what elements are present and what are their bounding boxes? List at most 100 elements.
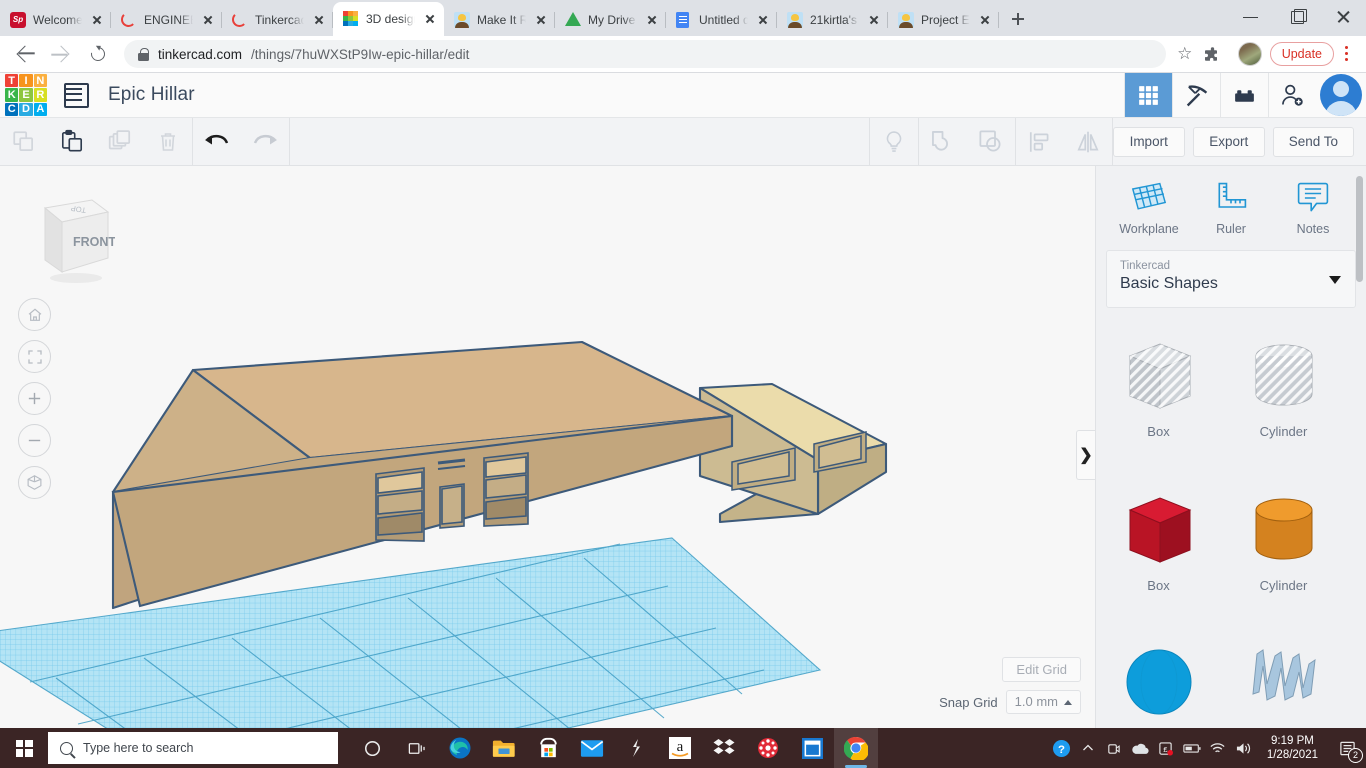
browser-tab[interactable]: Project Edit xyxy=(888,3,999,36)
wifi-icon[interactable] xyxy=(1205,728,1231,768)
mirror-icon[interactable] xyxy=(1064,118,1112,166)
browser-tab[interactable]: Untitled do xyxy=(666,3,777,36)
help-icon[interactable]: ? xyxy=(1049,728,1075,768)
shape-item-hole-box[interactable]: Box xyxy=(1096,322,1221,476)
edge-icon[interactable] xyxy=(438,728,482,768)
shape-item-cylinder[interactable]: Cylinder xyxy=(1221,476,1346,630)
volume-icon[interactable] xyxy=(1231,728,1257,768)
design-title[interactable]: Epic Hillar xyxy=(108,84,195,106)
ortho-view-icon[interactable] xyxy=(18,466,51,499)
close-tab-button[interactable] xyxy=(422,11,438,27)
back-button[interactable] xyxy=(11,39,41,69)
shape-item-hole-cylinder[interactable]: Cylinder xyxy=(1221,322,1346,476)
edit-grid-button[interactable]: Edit Grid xyxy=(1002,657,1081,682)
browser-tab[interactable]: ENGINEERI xyxy=(111,3,222,36)
design-canvas[interactable]: Workplane xyxy=(0,166,1095,728)
trash-icon[interactable] xyxy=(144,118,192,166)
camera-icon[interactable] xyxy=(1101,728,1127,768)
view-cube[interactable]: FRONT TOP xyxy=(20,188,116,288)
chevron-up-icon[interactable] xyxy=(1075,728,1101,768)
sync-icon[interactable]: ₤ xyxy=(1153,728,1179,768)
close-tab-button[interactable] xyxy=(644,12,660,28)
shape-item-box[interactable]: Box xyxy=(1096,476,1221,630)
close-tab-button[interactable] xyxy=(533,12,549,28)
import-button[interactable]: Import xyxy=(1112,126,1185,157)
dropbox-icon[interactable] xyxy=(702,728,746,768)
close-tab-button[interactable] xyxy=(977,12,993,28)
ruler-tool[interactable]: Ruler xyxy=(1193,180,1269,236)
design-list-icon[interactable] xyxy=(64,82,89,108)
ungroup-icon[interactable] xyxy=(967,118,1015,166)
lightbulb-icon[interactable] xyxy=(870,118,918,166)
close-tab-button[interactable] xyxy=(755,12,771,28)
browser-menu-button[interactable] xyxy=(1336,41,1358,67)
new-tab-button[interactable] xyxy=(1004,5,1032,33)
tinkercad-logo[interactable]: TINKERCDA xyxy=(5,74,47,116)
shape-library-select[interactable]: Tinkercad Basic Shapes xyxy=(1106,250,1356,308)
duplicate-icon[interactable] xyxy=(96,118,144,166)
forward-button[interactable] xyxy=(47,39,77,69)
close-tab-button[interactable] xyxy=(311,12,327,28)
browser-tab[interactable]: Tinkercad T xyxy=(222,3,333,36)
snap-grid-select[interactable]: 1.0 mm xyxy=(1005,690,1081,714)
panel-scrollbar[interactable] xyxy=(1356,176,1363,282)
task-view-icon[interactable] xyxy=(394,728,438,768)
pickaxe-icon[interactable] xyxy=(1172,73,1220,117)
canvas-icon[interactable] xyxy=(746,728,790,768)
slack-icon[interactable] xyxy=(614,728,658,768)
start-button[interactable] xyxy=(0,728,48,768)
taskbar-clock[interactable]: 9:19 PM 1/28/2021 xyxy=(1257,734,1328,762)
home-view-icon[interactable] xyxy=(18,298,51,331)
battery-icon[interactable] xyxy=(1179,728,1205,768)
chevron-down-icon[interactable] xyxy=(1329,276,1341,284)
blocks-icon[interactable] xyxy=(1220,73,1268,117)
paste-icon[interactable] xyxy=(48,118,96,166)
chrome-icon[interactable] xyxy=(834,728,878,768)
group-icon[interactable] xyxy=(919,118,967,166)
browser-tab[interactable]: Sp Welcome to xyxy=(0,3,111,36)
redo-icon[interactable] xyxy=(241,118,289,166)
shape-item-sphere[interactable] xyxy=(1096,630,1221,728)
close-window-button[interactable] xyxy=(1320,0,1366,33)
file-explorer-icon[interactable] xyxy=(482,728,526,768)
cortana-icon[interactable] xyxy=(350,728,394,768)
minimize-button[interactable] xyxy=(1228,0,1274,33)
browser-tab[interactable]: 3D design E xyxy=(333,2,444,36)
notification-center-button[interactable]: 2 xyxy=(1328,728,1366,768)
notes-icon xyxy=(1297,182,1329,212)
zoom-out-icon[interactable] xyxy=(18,424,51,457)
microsoft-store-icon[interactable] xyxy=(526,728,570,768)
taskbar-search-input[interactable]: Type here to search xyxy=(48,732,338,764)
reload-button[interactable] xyxy=(83,39,113,69)
extensions-icon[interactable] xyxy=(1202,45,1228,63)
update-button[interactable]: Update xyxy=(1269,42,1334,66)
account-avatar[interactable] xyxy=(1316,73,1366,117)
zoom-in-icon[interactable] xyxy=(18,382,51,415)
amazon-icon[interactable]: a xyxy=(658,728,702,768)
address-bar[interactable]: tinkercad.com/things/7huWXStP9Iw-epic-hi… xyxy=(124,40,1166,68)
close-tab-button[interactable] xyxy=(200,12,216,28)
notes-tool[interactable]: Notes xyxy=(1275,180,1351,236)
fit-view-icon[interactable] xyxy=(18,340,51,373)
align-icon[interactable] xyxy=(1016,118,1064,166)
word-icon[interactable] xyxy=(790,728,834,768)
bookmark-star-icon[interactable]: ☆ xyxy=(1174,43,1196,65)
copy-icon[interactable] xyxy=(0,118,48,166)
browser-tab[interactable]: 21kirtla's Pr xyxy=(777,3,888,36)
browser-tab[interactable]: Make It Rea xyxy=(444,3,555,36)
add-person-icon[interactable] xyxy=(1268,73,1316,117)
browser-tab[interactable]: My Drive - xyxy=(555,3,666,36)
close-tab-button[interactable] xyxy=(89,12,105,28)
undo-icon[interactable] xyxy=(193,118,241,166)
mail-icon[interactable] xyxy=(570,728,614,768)
shape-item-scribble[interactable] xyxy=(1221,630,1346,728)
grid-icon[interactable] xyxy=(1124,73,1172,117)
export-button[interactable]: Export xyxy=(1192,126,1265,157)
panel-collapse-button[interactable]: ❯ xyxy=(1076,430,1095,480)
maximize-button[interactable] xyxy=(1274,0,1320,33)
onedrive-icon[interactable] xyxy=(1127,728,1153,768)
send-to-button[interactable]: Send To xyxy=(1272,126,1354,157)
profile-avatar[interactable] xyxy=(1237,42,1262,66)
close-tab-button[interactable] xyxy=(866,12,882,28)
workplane-tool[interactable]: Workplane xyxy=(1111,180,1187,236)
